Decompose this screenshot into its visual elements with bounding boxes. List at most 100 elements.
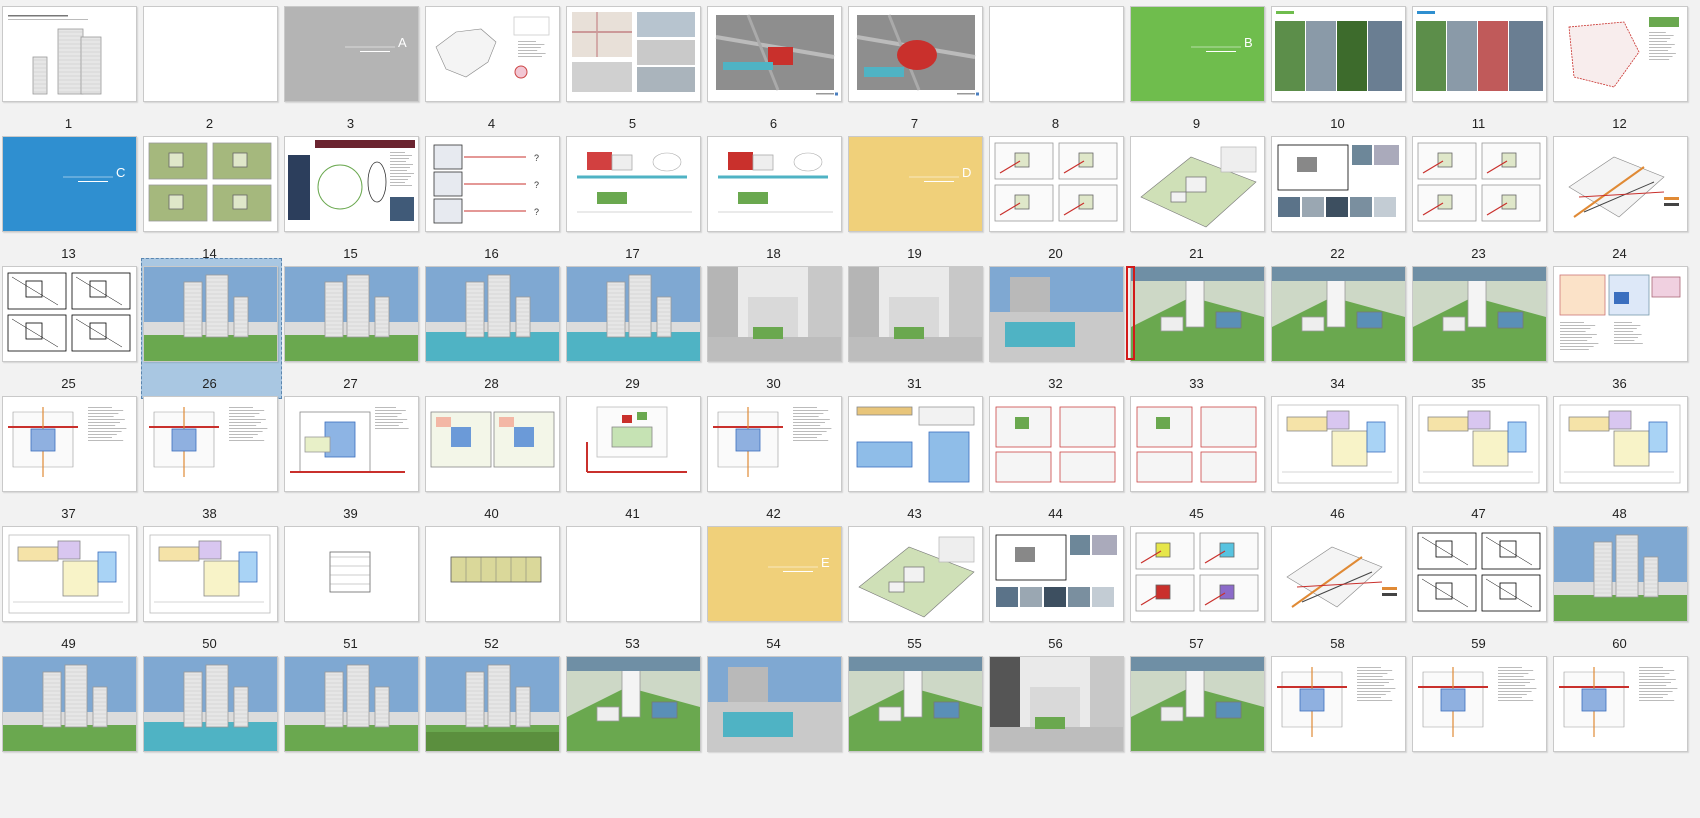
- slide-thumbnail[interactable]: 51: [282, 518, 423, 659]
- slide-preview[interactable]: [425, 6, 560, 102]
- slide-preview[interactable]: [566, 6, 701, 102]
- slide-preview[interactable]: [848, 6, 983, 102]
- slide-preview[interactable]: [1271, 266, 1406, 362]
- slide-thumbnail[interactable]: [1128, 648, 1269, 789]
- slide-thumbnail[interactable]: 49: [0, 518, 141, 659]
- slide-preview[interactable]: [989, 266, 1124, 362]
- slide-thumbnail[interactable]: B9: [1128, 0, 1269, 139]
- slide-preview[interactable]: [1130, 136, 1265, 232]
- slide-thumbnail[interactable]: 23: [1410, 128, 1551, 269]
- slide-preview[interactable]: [143, 656, 278, 752]
- slide-preview[interactable]: [143, 526, 278, 622]
- slide-thumbnail[interactable]: 14: [141, 128, 282, 269]
- slide-preview[interactable]: [707, 6, 842, 102]
- slide-preview[interactable]: [1553, 266, 1688, 362]
- slide-thumbnail[interactable]: 15: [282, 128, 423, 269]
- slide-preview[interactable]: [989, 526, 1124, 622]
- slide-preview[interactable]: D: [848, 136, 983, 232]
- slide-thumbnail[interactable]: 47: [1410, 388, 1551, 529]
- slide-preview[interactable]: [1271, 526, 1406, 622]
- slide-preview[interactable]: [1412, 6, 1547, 102]
- slide-thumbnail[interactable]: 36: [1551, 258, 1692, 399]
- slide-preview[interactable]: [1412, 526, 1547, 622]
- slide-preview[interactable]: [707, 396, 842, 492]
- slide-thumbnail[interactable]: 29: [564, 258, 705, 399]
- slide-thumbnail[interactable]: D 19: [846, 128, 987, 269]
- slide-thumbnail[interactable]: A3: [282, 0, 423, 139]
- slide-thumbnail[interactable]: 46: [1269, 388, 1410, 529]
- slide-preview[interactable]: ???: [425, 136, 560, 232]
- slide-thumbnail[interactable]: 39: [282, 388, 423, 529]
- slide-thumbnail[interactable]: 22: [1269, 128, 1410, 269]
- slide-thumbnail[interactable]: 33: [1128, 258, 1269, 399]
- slide-preview[interactable]: A: [284, 6, 419, 102]
- slide-preview[interactable]: [566, 526, 701, 622]
- slide-thumbnail[interactable]: 1: [0, 0, 141, 139]
- slide-preview[interactable]: [989, 396, 1124, 492]
- slide-preview[interactable]: [284, 136, 419, 232]
- slide-preview[interactable]: [1271, 6, 1406, 102]
- slide-thumbnail[interactable]: 35: [1410, 258, 1551, 399]
- slide-thumbnail[interactable]: 4: [423, 0, 564, 139]
- slide-preview[interactable]: [848, 526, 983, 622]
- slide-preview[interactable]: [143, 266, 278, 362]
- slide-thumbnail[interactable]: 12: [1551, 0, 1692, 139]
- slide-preview[interactable]: [284, 396, 419, 492]
- slide-thumbnail[interactable]: 31: [846, 258, 987, 399]
- slide-thumbnail[interactable]: 38: [141, 388, 282, 529]
- slide-thumbnail[interactable]: [1410, 648, 1551, 789]
- slide-thumbnail[interactable]: 25: [0, 258, 141, 399]
- slide-preview[interactable]: [707, 136, 842, 232]
- slide-preview[interactable]: [425, 266, 560, 362]
- slide-preview[interactable]: [1130, 526, 1265, 622]
- slide-thumbnail[interactable]: [705, 648, 846, 789]
- slide-thumbnail[interactable]: 45: [1128, 388, 1269, 529]
- slide-thumbnail[interactable]: 43: [846, 388, 987, 529]
- slide-thumbnail[interactable]: 34: [1269, 258, 1410, 399]
- slide-thumbnail[interactable]: [1269, 648, 1410, 789]
- slide-preview[interactable]: [2, 396, 137, 492]
- slide-preview[interactable]: [707, 266, 842, 362]
- slide-thumbnail[interactable]: [1551, 648, 1692, 789]
- slide-preview[interactable]: [1553, 136, 1688, 232]
- slide-thumbnail[interactable]: 44: [987, 388, 1128, 529]
- slide-preview[interactable]: [425, 396, 560, 492]
- slide-thumbnail[interactable]: 52: [423, 518, 564, 659]
- slide-thumbnail[interactable]: 5: [564, 0, 705, 139]
- slide-preview[interactable]: [1412, 656, 1547, 752]
- slide-preview[interactable]: [1271, 136, 1406, 232]
- slide-thumbnail[interactable]: 2: [141, 0, 282, 139]
- slide-preview[interactable]: [1553, 6, 1688, 102]
- slide-thumbnail[interactable]: 48: [1551, 388, 1692, 529]
- slide-thumbnail[interactable]: 32: [987, 258, 1128, 399]
- slide-thumbnail[interactable]: 27: [282, 258, 423, 399]
- slide-thumbnail[interactable]: 58: [1269, 518, 1410, 659]
- slide-thumbnail[interactable]: 30: [705, 258, 846, 399]
- slide-preview[interactable]: [284, 656, 419, 752]
- slide-preview[interactable]: [848, 266, 983, 362]
- slide-thumbnail[interactable]: 18: [705, 128, 846, 269]
- slide-thumbnail[interactable]: 17: [564, 128, 705, 269]
- slide-thumbnail[interactable]: 57: [1128, 518, 1269, 659]
- slide-preview[interactable]: [566, 136, 701, 232]
- slide-preview[interactable]: [143, 6, 278, 102]
- slide-preview[interactable]: [848, 656, 983, 752]
- slide-preview[interactable]: [1130, 396, 1265, 492]
- slide-preview[interactable]: [2, 526, 137, 622]
- slide-preview[interactable]: [425, 656, 560, 752]
- slide-thumbnail[interactable]: 10: [1269, 0, 1410, 139]
- slide-thumbnail[interactable]: [282, 648, 423, 789]
- slide-thumbnail[interactable]: 37: [0, 388, 141, 529]
- slide-preview[interactable]: [989, 136, 1124, 232]
- slide-thumbnail[interactable]: 21: [1128, 128, 1269, 269]
- slide-thumbnail[interactable]: [141, 648, 282, 789]
- slide-thumbnail[interactable]: 7: [846, 0, 987, 139]
- slide-preview[interactable]: [848, 396, 983, 492]
- slide-thumbnail[interactable]: E 54: [705, 518, 846, 659]
- slide-preview[interactable]: [1553, 656, 1688, 752]
- slide-thumbnail[interactable]: [846, 648, 987, 789]
- slide-thumbnail[interactable]: [423, 648, 564, 789]
- slide-preview[interactable]: [566, 396, 701, 492]
- slide-preview[interactable]: [1412, 136, 1547, 232]
- slide-preview[interactable]: [566, 656, 701, 752]
